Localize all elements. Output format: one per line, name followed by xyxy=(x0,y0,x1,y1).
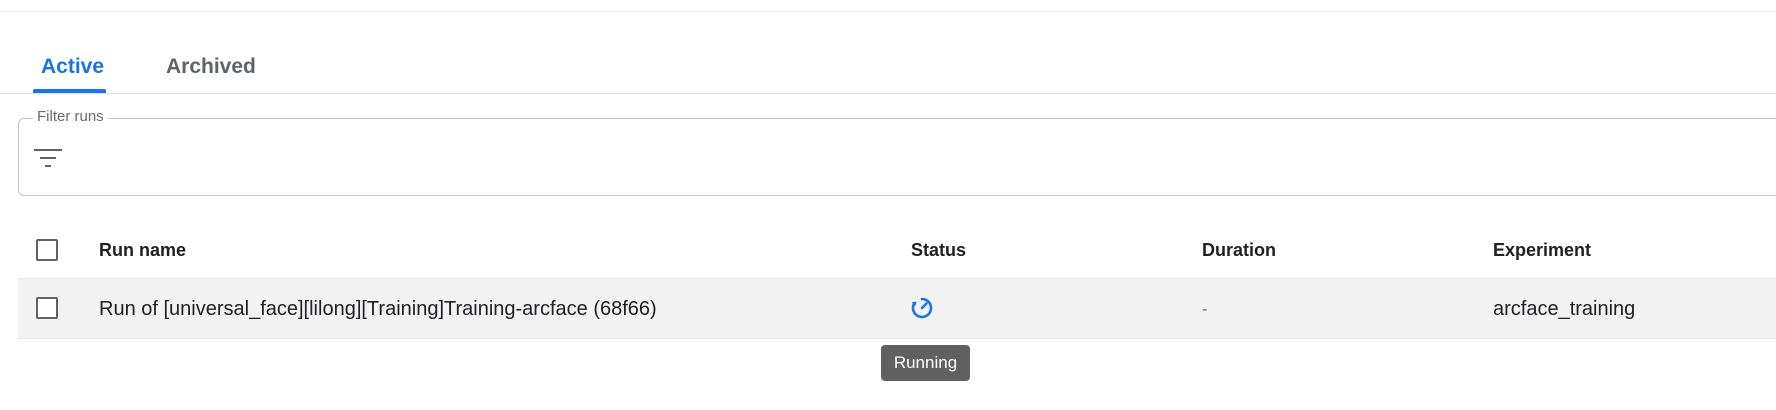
table-header: Run name Status Duration Experiment xyxy=(18,224,1776,278)
column-header-run-name[interactable]: Run name xyxy=(99,240,186,261)
tab-active[interactable]: Active xyxy=(41,55,104,79)
duration-value: - xyxy=(1202,301,1208,318)
filter-runs-label: Filter runs xyxy=(33,108,108,125)
active-tab-indicator xyxy=(33,89,106,93)
top-divider xyxy=(0,11,1776,12)
status-tooltip: Running xyxy=(881,345,970,381)
filter-list-icon[interactable] xyxy=(33,148,63,168)
tab-bar: Active Archived xyxy=(0,40,1776,94)
run-name-link[interactable]: Run of [universal_face][lilong][Training… xyxy=(99,298,657,321)
table-row[interactable]: Run of [universal_face][lilong][Training… xyxy=(18,278,1776,339)
tab-archived[interactable]: Archived xyxy=(166,55,256,79)
experiment-link[interactable]: arcface_training xyxy=(1493,298,1635,321)
select-all-checkbox[interactable] xyxy=(36,239,58,261)
filter-runs-field[interactable]: Filter runs xyxy=(18,108,1776,196)
column-header-status[interactable]: Status xyxy=(911,240,966,261)
running-icon[interactable] xyxy=(910,296,934,320)
column-header-experiment[interactable]: Experiment xyxy=(1493,240,1591,261)
row-checkbox[interactable] xyxy=(36,297,58,319)
column-header-duration[interactable]: Duration xyxy=(1202,240,1276,261)
